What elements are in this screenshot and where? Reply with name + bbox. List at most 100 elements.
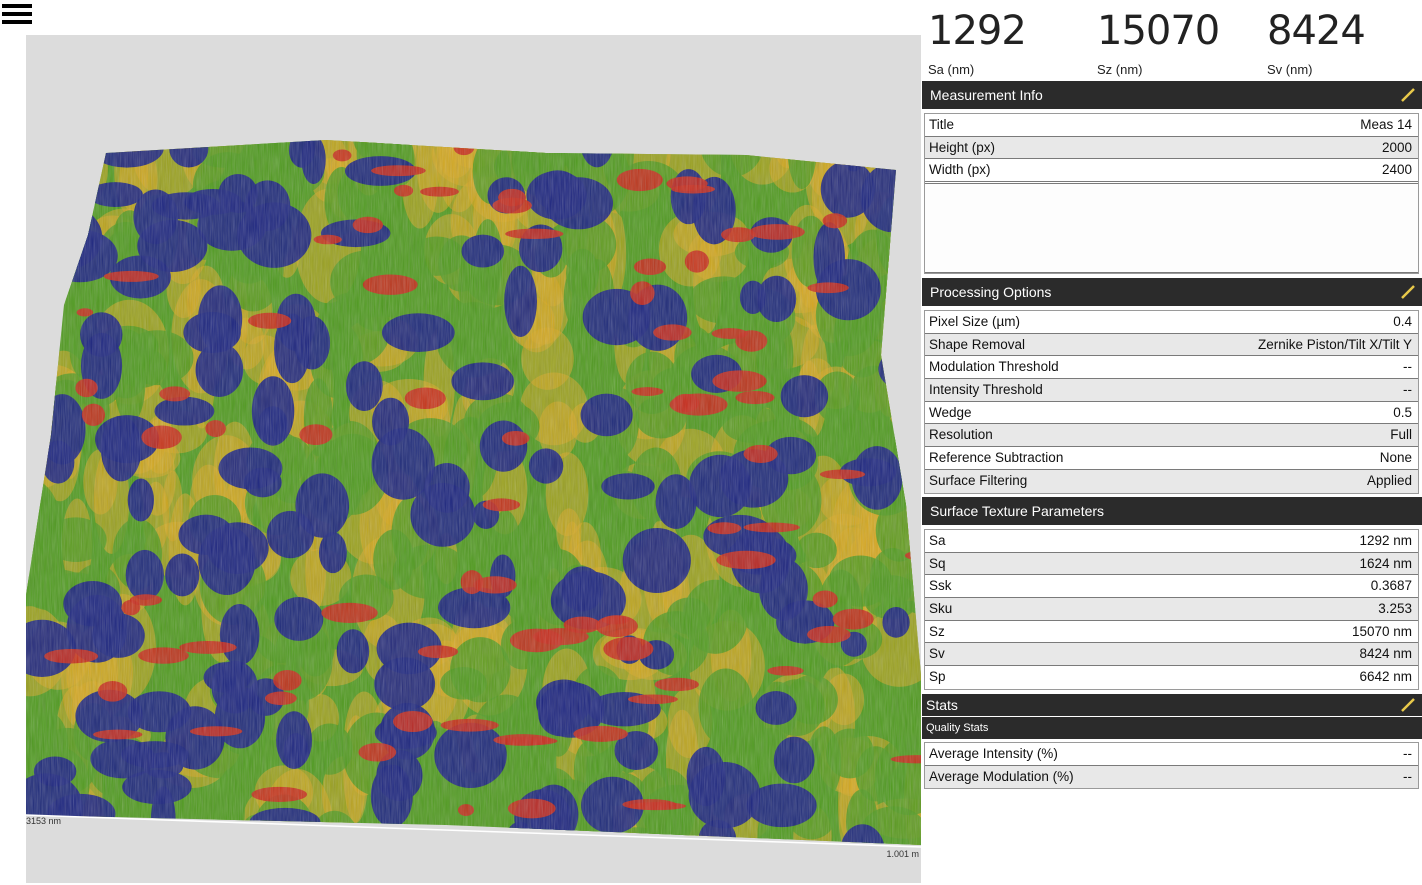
header-stats: 1292 Sa (nm) 15070 Sz (nm) 8424 Sv (nm) (922, 0, 1422, 80)
row-label: Sq (929, 555, 946, 571)
row-label: Title (929, 117, 955, 132)
row-label: Pixel Size (µm) (929, 314, 1021, 329)
row-value: 15070 nm (1351, 623, 1412, 639)
surface-texture-blob (676, 829, 721, 845)
row-value: Zernike Piston/Tilt X/Tilt Y (1257, 336, 1412, 352)
edit-pencil-icon[interactable] (1400, 697, 1416, 713)
row-value: 8424 nm (1359, 646, 1412, 662)
row-value: 2000 (1381, 139, 1412, 155)
row-value: -- (1403, 768, 1412, 784)
info-row-title: Title Meas 14 (925, 114, 1418, 137)
option-row: Modulation Threshold -- (925, 356, 1418, 380)
param-row: Sz 15070 nm (925, 621, 1418, 644)
processing-options-panel: Pixel Size (µm) 0.4 Shape Removal Zernike … (924, 310, 1419, 494)
row-label: Sp (929, 669, 946, 685)
surface-texture-blob (839, 140, 868, 172)
row-label: Wedge (929, 404, 972, 420)
header-stat-label: Sv (nm) (1267, 62, 1313, 77)
row-label: Resolution (929, 427, 993, 443)
quality-stats-subheader: Quality Stats (922, 717, 1422, 739)
row-label: Modulation Threshold (929, 359, 1059, 375)
row-value: -- (1403, 359, 1412, 375)
header-stat-sa: 1292 Sa (nm) (928, 8, 1027, 77)
surface-texture-blob (897, 322, 920, 375)
info-row-height: Height (px) 2000 (925, 136, 1418, 160)
option-row: Intensity Threshold -- (925, 379, 1418, 402)
surface-texture-blob (26, 165, 51, 254)
row-value: -- (1403, 382, 1412, 398)
row-label: Shape Removal (929, 336, 1026, 352)
section-title: Measurement Info (930, 87, 1043, 103)
section-title: Surface Texture Parameters (930, 503, 1105, 519)
row-label: Sz (929, 623, 945, 639)
option-row: Surface Filtering Applied (925, 469, 1418, 493)
surface-texture-blob (892, 309, 921, 403)
stat-row: Average Intensity (%) -- (925, 743, 1418, 766)
row-label: Average Modulation (%) (929, 768, 1074, 784)
edit-pencil-icon[interactable] (1400, 284, 1416, 300)
notes-area[interactable] (925, 183, 1418, 274)
stats-panel: Average Intensity (%) -- Average Modulati… (924, 742, 1419, 790)
row-value: Full (1390, 427, 1412, 443)
row-value: Applied (1366, 472, 1412, 488)
scale-label-left: 3153 nm (26, 816, 62, 826)
row-label: Surface Filtering (929, 472, 1028, 488)
row-value: 3.253 (1378, 601, 1412, 617)
surface-texture-blob (170, 826, 189, 845)
scale-label-right: 1.001 m (886, 849, 919, 859)
header-stat-sv: 8424 Sv (nm) (1267, 8, 1366, 77)
row-value: 1624 nm (1359, 555, 1412, 571)
param-row: Sv 8424 nm (925, 643, 1418, 667)
hamburger-menu-icon[interactable] (2, 2, 32, 30)
surface-texture-blob (26, 321, 50, 399)
row-label: Sku (929, 601, 953, 617)
option-row: Shape Removal Zernike Piston/Tilt X/Tilt … (925, 333, 1418, 357)
measurement-info-header: Measurement Info (922, 81, 1422, 109)
subsection-title: Quality Stats (926, 722, 989, 734)
row-label: Height (px) (929, 139, 996, 155)
measurement-info-panel: Title Meas 14 Height (px) 2000 Width (px) 2… (924, 113, 1419, 275)
surface-texture-blob (26, 140, 70, 214)
row-value: Meas 14 (1360, 117, 1412, 132)
surface-texture-blob (574, 140, 615, 145)
row-label: Reference Subtraction (929, 450, 1064, 466)
surface-noise-overlay (26, 140, 921, 845)
surface-texture-blob (67, 140, 110, 170)
row-value: 0.4 (1393, 314, 1412, 329)
section-title: Stats (926, 697, 958, 713)
surface-texture-blob (26, 214, 65, 255)
row-value: 2400 (1381, 162, 1412, 178)
param-row: Sq 1624 nm (925, 552, 1418, 576)
surface-3d-viewport[interactable]: 3153 nm 1.001 m (26, 35, 921, 883)
row-value: 6642 nm (1359, 669, 1412, 685)
surface-texture-blob (883, 295, 921, 365)
header-stat-label: Sz (nm) (1097, 62, 1143, 77)
row-label: Width (px) (929, 162, 991, 178)
row-value: 1292 nm (1359, 533, 1412, 548)
section-title: Processing Options (930, 284, 1052, 300)
surface-texture-blob (503, 821, 536, 845)
option-row: Wedge 0.5 (925, 402, 1418, 425)
processing-options-header: Processing Options (922, 278, 1422, 306)
option-row: Pixel Size (µm) 0.4 (925, 311, 1418, 334)
row-value: None (1379, 450, 1412, 466)
surface-texture-blob (56, 166, 99, 210)
info-row-width: Width (px) 2400 (925, 159, 1418, 183)
row-label: Average Intensity (%) (929, 746, 1058, 761)
surface-texture-blob (26, 823, 65, 845)
header-stat-value: 1292 (928, 8, 1027, 54)
row-value: 0.3687 (1370, 578, 1412, 594)
param-row: Ssk 0.3687 (925, 575, 1418, 599)
param-row: Sp 6642 nm (925, 666, 1418, 689)
surface-texture-blob (315, 823, 368, 845)
row-value: -- (1403, 746, 1412, 761)
surface-texture-blob (625, 839, 644, 845)
header-stat-sz: 15070 Sz (nm) (1097, 8, 1220, 77)
header-stat-value: 15070 (1097, 8, 1220, 54)
edit-pencil-icon[interactable] (1400, 87, 1416, 103)
param-row: Sku 3.253 (925, 598, 1418, 621)
row-label: Sv (929, 646, 945, 662)
header-stat-label: Sa (nm) (928, 62, 975, 77)
stats-header: Stats (922, 694, 1422, 716)
row-label: Intensity Threshold (929, 382, 1043, 398)
